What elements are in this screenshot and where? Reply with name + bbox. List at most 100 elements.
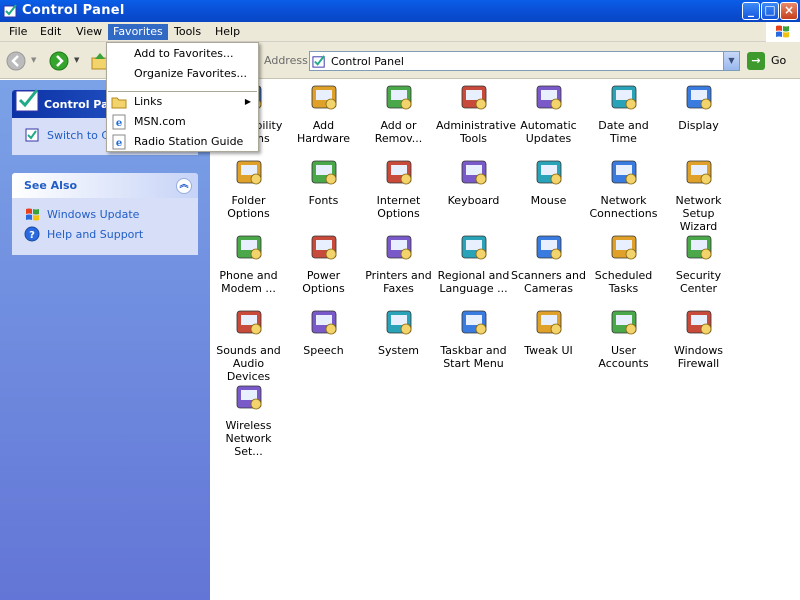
control-panel-item[interactable]: Administrative Tools <box>436 80 516 155</box>
network-setup-wizard-icon <box>686 160 711 185</box>
control-panel-item[interactable]: Scanners and Cameras <box>511 230 586 305</box>
favorites-menu-links-label: Links <box>134 95 163 108</box>
control-panel-item[interactable]: Network Setup Wizard <box>661 155 736 233</box>
control-panel-item-label: Taskbar and Start Menu <box>440 344 507 370</box>
svg-text:?: ? <box>29 230 35 241</box>
control-panel-item[interactable]: Windows Firewall <box>661 305 736 380</box>
address-dropdown-icon[interactable]: ▼ <box>723 52 739 70</box>
control-panel-item[interactable]: Folder Options <box>211 155 286 230</box>
control-panel-item[interactable]: Phone and Modem ... <box>211 230 286 305</box>
forward-icon[interactable] <box>49 51 69 71</box>
ie-page-icon: e <box>112 134 126 150</box>
windows-update-label: Windows Update <box>47 208 140 221</box>
task-pane: Control Panel Switch to Ca See Also ︽ Wi… <box>0 80 210 600</box>
control-panel-item-label: Regional and Language ... <box>437 269 510 295</box>
tweak-ui-icon <box>536 310 561 335</box>
regional-language-icon <box>461 235 486 260</box>
control-panel-item[interactable]: Taskbar and Start Menu <box>436 305 511 380</box>
control-panel-item[interactable]: Network Connections <box>586 155 661 230</box>
control-panel-item-label: Date and Time <box>598 119 649 145</box>
control-panel-item[interactable]: Scheduled Tasks <box>586 230 661 305</box>
minimize-button[interactable]: _ <box>742 2 760 20</box>
see-also-header[interactable]: See Also ︽ <box>12 173 198 198</box>
maximize-button[interactable]: □ <box>761 2 779 20</box>
mouse-icon <box>536 160 561 185</box>
menu-favorites[interactable]: Favorites <box>108 24 168 40</box>
control-panel-item-label: Keyboard <box>447 194 500 207</box>
control-panel-item-label: Power Options <box>302 269 345 295</box>
menu-view[interactable]: View <box>71 24 107 40</box>
date-time-icon <box>611 85 636 110</box>
control-panel-item[interactable]: Speech <box>286 305 361 380</box>
power-options-icon <box>311 235 336 260</box>
menu-tools[interactable]: Tools <box>169 24 206 40</box>
go-button[interactable]: → Go <box>747 51 797 71</box>
ie-page-icon: e <box>112 114 126 130</box>
control-panel-item[interactable]: Power Options <box>286 230 361 305</box>
keyboard-icon <box>461 160 486 185</box>
automatic-updates-icon <box>536 85 561 110</box>
control-panel-item[interactable]: Automatic Updates <box>511 80 586 155</box>
control-panel-item[interactable]: Fonts <box>286 155 361 230</box>
control-panel-item-label: Tweak UI <box>524 344 573 357</box>
control-panel-item[interactable]: Keyboard <box>436 155 511 230</box>
favorites-menu-add[interactable]: Add to Favorites... <box>108 45 257 63</box>
control-panel-item[interactable]: Display <box>661 80 736 155</box>
control-panel-item-label: Network Setup Wizard <box>675 194 722 233</box>
address-value: Control Panel <box>331 55 404 68</box>
control-panel-item-label: Windows Firewall <box>673 344 724 370</box>
control-panel-item[interactable]: Tweak UI <box>511 305 586 380</box>
control-panel-item-label: Fonts <box>308 194 339 207</box>
control-panel-item-label: Printers and Faxes <box>365 269 432 295</box>
phone-modem-icon <box>236 235 261 260</box>
control-panel-item-label: Scheduled Tasks <box>594 269 653 295</box>
control-panel-window: Control Panel _ □ × File Edit View Favor… <box>0 0 800 600</box>
control-panel-item[interactable]: Internet Options <box>361 155 436 230</box>
control-panel-item-label: User Accounts <box>598 344 649 370</box>
favorites-menu-radio[interactable]: e Radio Station Guide <box>108 133 257 151</box>
windows-firewall-icon <box>686 310 711 335</box>
window-title: Control Panel <box>22 3 125 18</box>
menu-file[interactable]: File <box>4 24 32 40</box>
control-panel-item[interactable]: User Accounts <box>586 305 661 380</box>
favorites-menu-msn[interactable]: e MSN.com <box>108 113 257 131</box>
svg-text:e: e <box>116 118 122 129</box>
control-panel-item[interactable]: Printers and Faxes <box>361 230 436 305</box>
favorites-menu-links[interactable]: Links ▶ <box>108 93 257 111</box>
collapse-icon[interactable]: ︽ <box>176 178 192 194</box>
address-bar[interactable]: Control Panel ▼ <box>309 51 740 71</box>
control-panel-item-label: Security Center <box>675 269 722 295</box>
control-panel-item[interactable]: Sounds and Audio Devices <box>211 305 286 383</box>
favorites-menu-radio-label: Radio Station Guide <box>134 135 244 148</box>
control-panel-large-icon <box>15 89 39 112</box>
control-panel-item[interactable]: Date and Time <box>586 80 661 155</box>
control-panel-item[interactable]: Add Hardware <box>286 80 361 155</box>
see-also-title: See Also <box>24 179 78 192</box>
control-panel-item[interactable]: System <box>361 305 436 380</box>
control-panel-item-label: Network Connections <box>589 194 658 220</box>
control-panel-item[interactable]: Regional and Language ... <box>436 230 511 305</box>
control-panel-item-label: Add Hardware <box>296 119 351 145</box>
close-button[interactable]: × <box>780 2 798 20</box>
favorites-menu-organize[interactable]: Organize Favorites... <box>108 65 257 83</box>
control-panel-item[interactable]: Security Center <box>661 230 736 305</box>
windows-logo-icon <box>766 22 800 42</box>
address-label: Address <box>264 54 308 67</box>
menu-help[interactable]: Help <box>210 24 245 40</box>
forward-dropdown-icon[interactable]: ▼ <box>74 56 79 64</box>
add-hardware-icon <box>311 85 336 110</box>
control-panel-item[interactable]: Add or Remov... <box>361 80 436 155</box>
windows-update-icon <box>26 208 39 221</box>
title-bar[interactable]: Control Panel _ □ × <box>0 0 800 22</box>
control-panel-item[interactable]: Mouse <box>511 155 586 230</box>
switch-view-icon <box>25 128 39 142</box>
favorites-menu-msn-label: MSN.com <box>134 115 186 128</box>
menu-edit[interactable]: Edit <box>35 24 66 40</box>
fonts-icon <box>311 160 336 185</box>
help-support-label: Help and Support <box>47 228 144 241</box>
wireless-network-icon <box>236 385 261 410</box>
favorites-menu: Add to Favorites... Organize Favorites..… <box>106 42 259 152</box>
back-icon[interactable] <box>6 51 26 71</box>
back-dropdown-icon[interactable]: ▼ <box>31 56 36 64</box>
control-panel-item[interactable]: Wireless Network Set... <box>211 380 286 458</box>
